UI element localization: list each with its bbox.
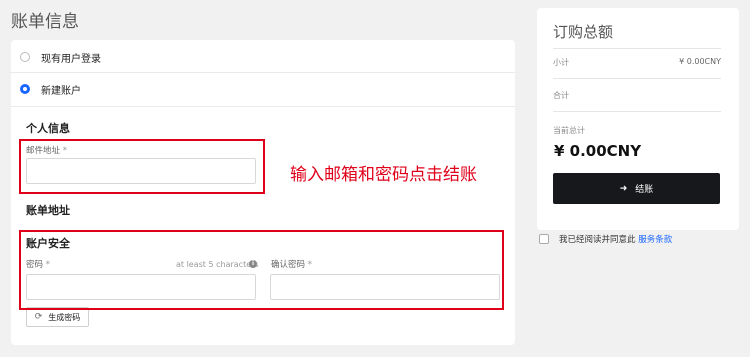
terms-row: 我已经阅读并同意此 服务条款 (539, 233, 672, 245)
new-account-option[interactable]: 新建账户 (20, 80, 81, 98)
current-total-value: ¥ 0.00CNY (554, 142, 642, 160)
summary-divider (553, 48, 721, 49)
existing-user-label: 现有用户登录 (41, 53, 101, 65)
summary-divider (553, 78, 721, 79)
checkout-label: 结账 (635, 185, 654, 195)
existing-user-radio[interactable] (20, 52, 30, 62)
refresh-icon: ⟳ (34, 312, 43, 322)
option-divider (11, 72, 515, 73)
existing-user-option[interactable]: 现有用户登录 (20, 48, 101, 66)
new-account-label: 新建账户 (41, 85, 81, 97)
option-divider (11, 106, 515, 107)
terms-checkbox[interactable] (539, 234, 549, 244)
subtotal-value: ¥ 0.00CNY (679, 57, 721, 66)
total-label: 合计 (553, 91, 569, 100)
generate-password-label: 生成密码 (48, 312, 81, 322)
terms-text: 我已经阅读并同意此 (559, 235, 636, 245)
order-summary-title: 订购总额 (553, 23, 614, 41)
total-row: 合计 (553, 90, 721, 101)
subtotal-label: 小计 (553, 58, 569, 67)
billing-address-title: 账单地址 (26, 204, 70, 217)
arrow-right-icon: ➜ (619, 183, 628, 194)
subtotal-row: 小计 ¥ 0.00CNY (553, 57, 721, 68)
current-total-row: 当前总计 (553, 125, 721, 136)
current-total-label: 当前总计 (553, 126, 585, 135)
personal-info-title: 个人信息 (26, 122, 70, 135)
terms-link[interactable]: 服务条款 (638, 235, 672, 245)
generate-password-button[interactable]: ⟳ 生成密码 (26, 307, 89, 327)
new-account-radio[interactable] (20, 84, 30, 94)
annotation-text: 输入邮箱和密码点击结账 (290, 165, 477, 185)
summary-divider (553, 111, 721, 112)
page-title: 账单信息 (11, 12, 79, 32)
highlight-email-box (19, 139, 265, 194)
checkout-button[interactable]: ➜ 结账 (553, 173, 720, 204)
highlight-security-box (19, 230, 504, 310)
